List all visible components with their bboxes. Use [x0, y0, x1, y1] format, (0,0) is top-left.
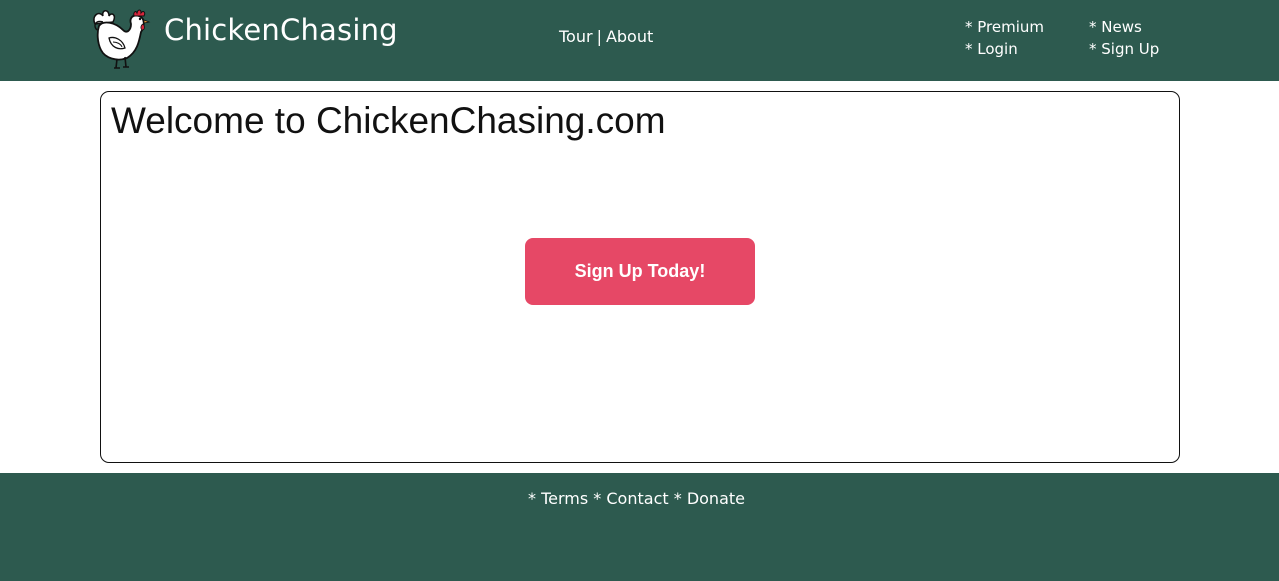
nav-premium-link[interactable]: * Premium — [965, 16, 1044, 38]
nav-login-link[interactable]: * Login — [965, 38, 1044, 60]
sign-up-today-button[interactable]: Sign Up Today! — [525, 238, 755, 305]
center-nav: Tour | About — [559, 27, 653, 46]
nav-about-link[interactable]: About — [606, 27, 653, 46]
site-header: ChickenChasing Tour | About * Premium * Lo… — [0, 0, 1279, 81]
welcome-panel: Welcome to ChickenChasing.com Sign Up To… — [100, 91, 1180, 463]
footer-terms-link[interactable]: * Terms — [528, 489, 588, 508]
right-nav-column-2: * News * Sign Up — [1089, 16, 1159, 60]
nav-news-link[interactable]: * News — [1089, 16, 1159, 38]
nav-signup-link[interactable]: * Sign Up — [1089, 38, 1159, 60]
site-footer: * Terms * Contact * Donate — [0, 473, 1279, 581]
footer-links: * Terms * Contact * Donate — [0, 489, 1279, 508]
nav-tour-link[interactable]: Tour — [559, 27, 593, 46]
chicken-icon[interactable] — [89, 6, 153, 70]
footer-contact-link[interactable]: * Contact — [593, 489, 668, 508]
page-title: Welcome to ChickenChasing.com — [111, 100, 666, 141]
right-nav-column-1: * Premium * Login — [965, 16, 1044, 60]
footer-donate-link[interactable]: * Donate — [674, 489, 745, 508]
nav-separator: | — [596, 27, 602, 46]
brand-logo-text[interactable]: ChickenChasing — [164, 13, 398, 47]
